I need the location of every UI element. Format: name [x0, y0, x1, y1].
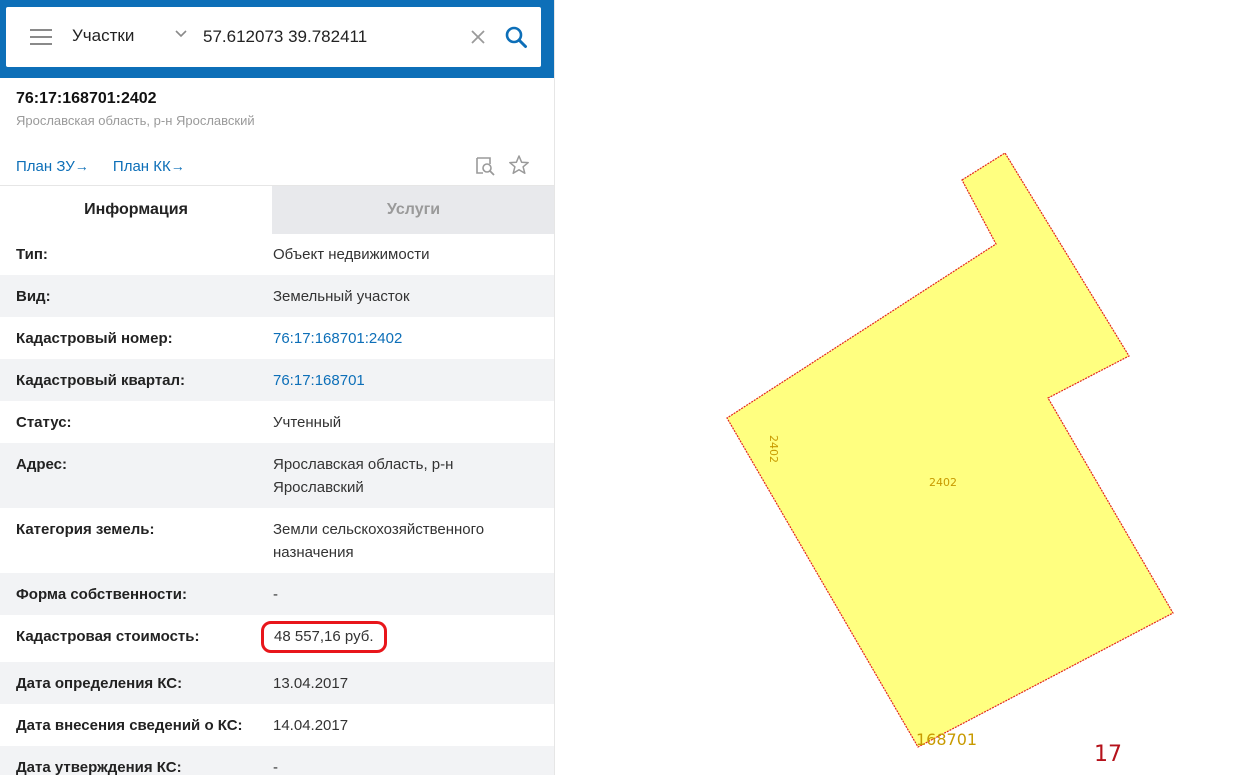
tab-info[interactable]: Информация: [0, 186, 272, 234]
row-label: Адрес:: [16, 456, 67, 473]
row-cadastral-number: Кадастровый номер: 76:17:168701:2402: [0, 317, 554, 359]
row-label: Статус:: [16, 414, 72, 431]
cadastral-value-highlight: 48 557,16 руб.: [261, 621, 387, 653]
row-label: Кадастровая стоимость:: [16, 628, 200, 645]
row-value: Ярославская область, р-н Ярославский: [273, 456, 454, 496]
row-ownership: Форма собственности: -: [0, 573, 554, 615]
plan-zu-label: План ЗУ: [16, 158, 75, 175]
page-subtitle: Ярославская область, р-н Ярославский: [16, 113, 255, 128]
row-label: Вид:: [16, 288, 51, 305]
plan-links: План ЗУ→ План КК→: [16, 158, 205, 175]
plan-zu-link[interactable]: План ЗУ→: [16, 158, 89, 175]
search-box: Участки: [6, 7, 541, 67]
row-value: Объект недвижимости: [273, 246, 430, 263]
row-value: Земельный участок: [273, 288, 410, 305]
row-label: Дата определения КС:: [16, 675, 183, 692]
row-value: Земли сельскохозяйственного назначения: [273, 521, 485, 561]
info-table: Тип: Объект недвижимости Вид: Земельный …: [0, 233, 554, 775]
row-land-category: Категория земель: Земли сельскохозяйстве…: [0, 508, 554, 573]
row-type: Тип: Объект недвижимости: [0, 233, 554, 275]
chevron-down-icon[interactable]: [174, 27, 188, 41]
plan-kk-link[interactable]: План КК→: [113, 158, 185, 175]
page-title: 76:17:168701:2402: [16, 90, 157, 107]
parcel-label-center: 2402: [929, 476, 957, 489]
parcel-polygon[interactable]: [726, 152, 1174, 748]
map-canvas[interactable]: 2402 2402 168701 17: [574, 0, 1234, 775]
star-icon[interactable]: [508, 154, 530, 176]
search-type-select[interactable]: Участки: [72, 26, 134, 46]
cadastral-number-link[interactable]: 76:17:168701:2402: [273, 317, 539, 359]
row-cadastral-value: Кадастровая стоимость: 48 557,16 руб.: [0, 615, 554, 662]
row-label: Дата внесения сведений о КС:: [16, 717, 243, 734]
tabs: Информация Услуги: [0, 185, 554, 234]
cadastral-quarter-link[interactable]: 76:17:168701: [273, 359, 539, 401]
row-status: Статус: Учтенный: [0, 401, 554, 443]
close-icon[interactable]: [470, 29, 486, 45]
row-value: 48 557,16 руб.: [261, 615, 539, 662]
row-kind: Вид: Земельный участок: [0, 275, 554, 317]
row-value: 14.04.2017: [273, 717, 349, 734]
map-svg: 2402 2402 168701 17: [726, 152, 1174, 767]
row-value: -: [273, 759, 278, 775]
row-label: Форма собственности:: [16, 586, 187, 603]
search-header: Участки: [0, 0, 555, 78]
info-panel: Участки 76:17:168701:2402 Ярославская: [0, 0, 555, 775]
menu-icon[interactable]: [30, 29, 52, 45]
row-value: 13.04.2017: [273, 675, 349, 692]
search-input[interactable]: [203, 23, 463, 51]
row-value: -: [273, 586, 278, 603]
row-label: Тип:: [16, 246, 48, 263]
row-label: Категория земель:: [16, 521, 155, 538]
zone-label: 17: [1094, 742, 1122, 767]
parcel-label-edge: 2402: [767, 435, 780, 463]
row-label: Дата утверждения КС:: [16, 759, 182, 775]
collapse-panel-icon[interactable]: [553, 25, 555, 51]
row-valuation-date: Дата определения КС: 13.04.2017: [0, 662, 554, 704]
plan-kk-arrow: →: [170, 158, 185, 174]
row-entry-date: Дата внесения сведений о КС: 14.04.2017: [0, 704, 554, 746]
row-label: Кадастровый номер:: [16, 330, 173, 347]
plan-kk-label: План КК: [112, 158, 171, 175]
quarter-label: 168701: [916, 730, 977, 749]
app: Участки 76:17:168701:2402 Ярославская: [0, 0, 1234, 775]
row-cadastral-quarter: Кадастровый квартал: 76:17:168701: [0, 359, 554, 401]
row-approval-date: Дата утверждения КС: -: [0, 746, 554, 775]
tab-services[interactable]: Услуги: [272, 186, 554, 234]
row-label: Кадастровый квартал:: [16, 372, 186, 389]
row-address: Адрес: Ярославская область, р-н Ярославс…: [0, 443, 554, 508]
plan-zu-arrow: →: [74, 158, 89, 174]
search-icon[interactable]: [504, 25, 528, 49]
plan-search-icon[interactable]: [474, 155, 496, 177]
row-value: Учтенный: [273, 414, 342, 431]
